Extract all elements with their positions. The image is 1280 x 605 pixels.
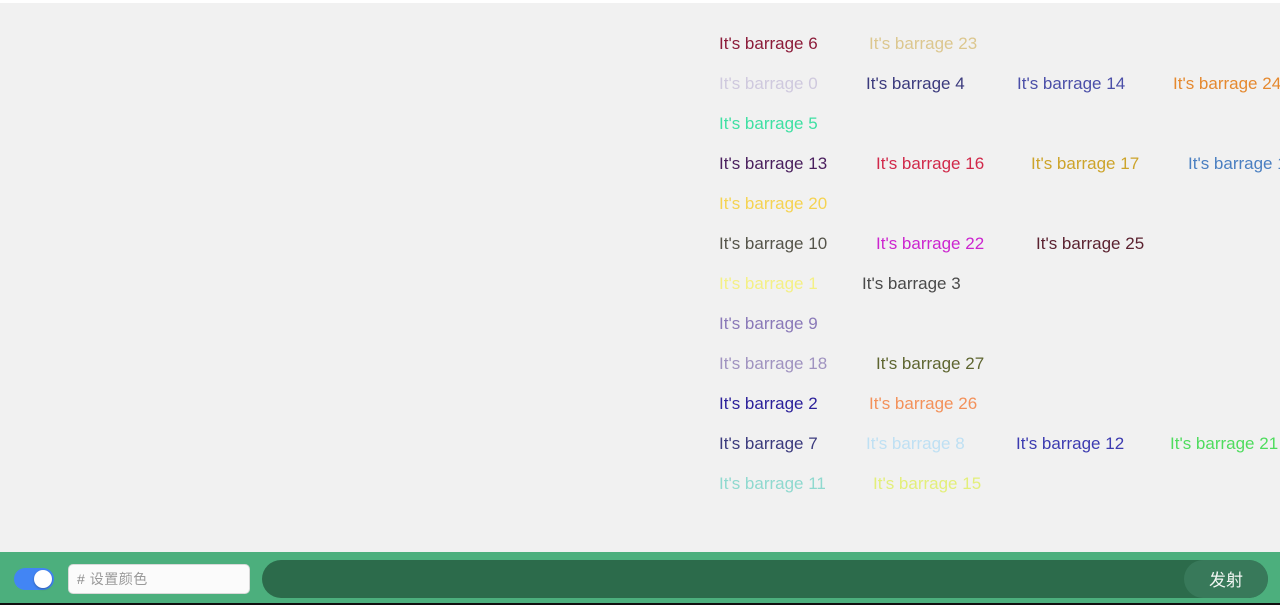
barrage-item[interactable]: It's barrage 6: [719, 24, 818, 64]
barrage-track: It's barrage 7 It's barrage 8 It's barrage…: [0, 424, 1280, 464]
barrage-track: It's barrage 13 It's barrage 16 It's barra…: [0, 144, 1280, 184]
barrage-item[interactable]: It's barrage 14: [1017, 64, 1125, 104]
color-input-placeholder: 设置颜色: [89, 570, 148, 587]
barrage-item[interactable]: It's barrage 2: [719, 384, 818, 424]
barrage-track: It's barrage 1 It's barrage 3: [0, 264, 1280, 304]
barrage-item[interactable]: It's barrage 3: [862, 264, 961, 304]
barrage-item[interactable]: It's barrage 12: [1016, 424, 1124, 464]
barrage-item[interactable]: It's barrage 23: [869, 24, 977, 64]
color-input-wrapper[interactable]: # 设置颜色: [68, 563, 250, 594]
barrage-track: It's barrage 6 It's barrage 23: [0, 24, 1280, 64]
barrage-item[interactable]: It's barrage 15: [873, 464, 981, 504]
barrage-stage: It's barrage 6 It's barrage 23 It's barrag…: [0, 3, 1280, 552]
send-button[interactable]: 发射: [1184, 559, 1268, 598]
hash-icon: #: [77, 570, 85, 587]
barrage-item[interactable]: It's barrage 21: [1170, 424, 1278, 464]
barrage-item[interactable]: It's barrage 0: [719, 64, 818, 104]
barrage-item[interactable]: It's barrage 13: [719, 144, 827, 184]
control-bar: # 设置颜色 发射: [0, 552, 1280, 605]
message-input-wrapper[interactable]: 发射: [262, 559, 1268, 598]
toggle-knob: [34, 569, 52, 588]
barrage-item[interactable]: It's barrage 26: [869, 384, 977, 424]
barrage-item[interactable]: It's barrage 9: [719, 304, 818, 344]
barrage-item[interactable]: It's barrage 24: [1173, 64, 1280, 104]
barrage-item[interactable]: It's barrage 25: [1036, 224, 1144, 264]
barrage-track: It's barrage 9: [0, 304, 1280, 344]
barrage-item[interactable]: It's barrage 27: [876, 344, 984, 384]
barrage-track: It's barrage 2 It's barrage 26: [0, 384, 1280, 424]
barrage-item[interactable]: It's barrage 4: [866, 64, 965, 104]
barrage-toggle-switch[interactable]: [14, 567, 54, 590]
barrage-item[interactable]: It's barrage 10: [719, 224, 827, 264]
barrage-item[interactable]: It's barrage 1: [719, 264, 818, 304]
barrage-item[interactable]: It's barrage 16: [876, 144, 984, 184]
message-input[interactable]: [262, 559, 1268, 598]
barrage-item[interactable]: It's barrage 18: [719, 344, 827, 384]
barrage-track: It's barrage 0 It's barrage 4 It's barrage…: [0, 64, 1280, 104]
barrage-track: It's barrage 18 It's barrage 27: [0, 344, 1280, 384]
barrage-item[interactable]: It's barrage 7: [719, 424, 818, 464]
barrage-item[interactable]: It's barrage 17: [1031, 144, 1139, 184]
barrage-track: It's barrage 5: [0, 104, 1280, 144]
barrage-item[interactable]: It's barrage 8: [866, 424, 965, 464]
barrage-app: It's barrage 6 It's barrage 23 It's barrag…: [0, 0, 1280, 605]
barrage-item[interactable]: It's barrage 19: [1188, 144, 1280, 184]
barrage-item[interactable]: It's barrage 20: [719, 184, 827, 224]
barrage-item[interactable]: It's barrage 11: [719, 464, 826, 504]
barrage-track: It's barrage 11 It's barrage 15: [0, 464, 1280, 504]
barrage-item[interactable]: It's barrage 5: [719, 104, 818, 144]
barrage-track: It's barrage 20: [0, 184, 1280, 224]
barrage-track: It's barrage 10 It's barrage 22 It's barra…: [0, 224, 1280, 264]
barrage-item[interactable]: It's barrage 22: [876, 224, 984, 264]
